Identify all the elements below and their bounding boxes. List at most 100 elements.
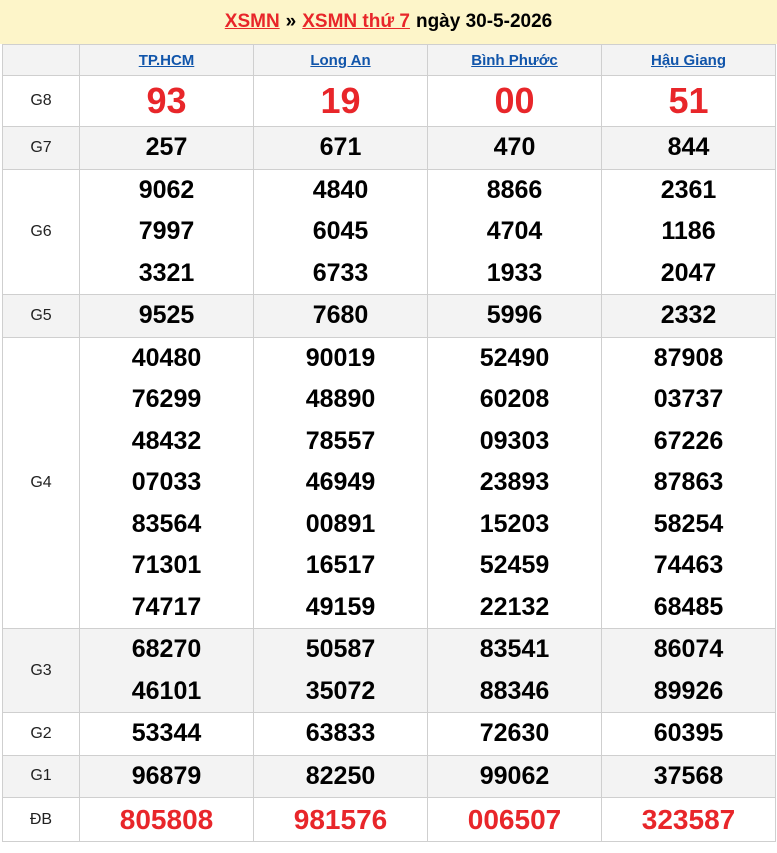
prize-label: G3 [2,628,80,713]
breadcrumb-separator: » [285,11,297,32]
winning-number: 37568 [653,761,724,790]
prize-cell: 93 [79,75,254,127]
winning-number: 23893 [479,468,550,496]
header-blank-cell [2,44,80,76]
winning-number: 90019 [305,343,376,372]
xsmn-saturday-link[interactable]: XSMN thứ 7 [302,11,410,33]
winning-number: 48890 [305,385,376,413]
winning-number: 6045 [312,217,369,245]
prize-row: G4 40480 76299 48432 07033 83564 71301 74717 900… [2,336,776,629]
winning-number: 83564 [131,509,202,538]
winning-number: 40480 [131,343,202,372]
winning-number: 7680 [312,301,369,329]
prize-cell: 51 [601,75,776,127]
winning-number: 58254 [653,509,724,538]
province-header: Long An [253,44,428,76]
winning-number: 68270 [131,635,202,663]
winning-number: 07033 [131,468,202,496]
prize-row: G1 96879 82250 99062 37568 [2,754,776,798]
winning-number: 83541 [479,635,550,663]
winning-number: 86074 [653,635,724,663]
prize-cell: 2361 1186 2047 [601,168,776,295]
prize-cell: 5996 [427,294,602,338]
winning-number: 68485 [653,592,724,621]
winning-number: 03737 [653,385,724,413]
prize-cell: 53344 [79,712,254,756]
prize-row: G6 9062 7997 3321 4840 6045 6733 8866 4704 1933 23… [2,168,776,295]
results-title: XSMN » XSMN thứ 7 ngày 30-5-2026 [0,0,777,44]
prize-cell: 96879 [79,754,254,798]
winning-number: 09303 [479,426,550,455]
province-header: Bình Phước [427,44,602,76]
xsmn-link[interactable]: XSMN [225,11,280,33]
winning-number: 51 [668,80,709,121]
province-link-hau-giang[interactable]: Hậu Giang [651,52,726,69]
winning-number: 257 [145,133,188,161]
winning-number: 87863 [653,468,724,496]
province-link-long-an[interactable]: Long An [310,52,370,69]
prize-cell: 00 [427,75,602,127]
winning-number: 1933 [486,258,543,287]
winning-number: 1186 [661,217,716,245]
winning-number: 74463 [653,551,724,579]
winning-number: 844 [667,133,710,161]
prize-cell: 805808 [79,797,254,842]
prize-cell: 37568 [601,754,776,798]
prize-cell: 844 [601,126,776,170]
winning-number: 2332 [660,301,717,329]
prize-cell: 52490 60208 09303 23893 15203 52459 22132 [427,336,602,629]
winning-number: 89926 [653,676,724,705]
winning-number: 72630 [479,719,550,747]
prize-cell: 9525 [79,294,254,338]
prize-cell: 87908 03737 67226 87863 58254 74463 68485 [601,336,776,629]
province-link-binh-phuoc[interactable]: Bình Phước [471,52,558,69]
province-header: TP.HCM [79,44,254,76]
winning-number: 006507 [467,803,562,835]
winning-number: 53344 [131,719,202,747]
winning-number: 96879 [131,761,202,790]
winning-number: 15203 [479,509,550,538]
prize-cell: 50587 35072 [253,628,428,713]
winning-number: 00 [494,80,535,121]
prize-label: G5 [2,294,80,338]
prize-label: G6 [2,168,80,295]
winning-number: 46101 [131,676,202,705]
winning-number: 99062 [479,761,550,790]
winning-number: 8866 [486,175,543,204]
prize-cell: 4840 6045 6733 [253,168,428,295]
prize-cell: 63833 [253,712,428,756]
prize-cell: 2332 [601,294,776,338]
results-table: TP.HCM Long An Bình Phước Hậu Giang G8 93… [2,44,776,842]
winning-number: 9525 [138,301,195,329]
winning-number: 4840 [312,175,369,204]
winning-number: 2361 [660,175,717,204]
prize-cell: 72630 [427,712,602,756]
prize-row: G5 9525 7680 5996 2332 [2,294,776,338]
prize-label: G8 [2,75,80,127]
winning-number: 19 [320,80,361,121]
prize-cell: 470 [427,126,602,170]
winning-number: 3321 [138,258,195,287]
winning-number: 805808 [119,803,214,835]
winning-number: 22132 [479,592,550,621]
province-link-tphcm[interactable]: TP.HCM [139,52,195,69]
prize-row: ĐB 805808 981576 006507 323587 [2,797,776,842]
winning-number: 2047 [660,258,717,287]
prize-row: G7 257 671 470 844 [2,126,776,170]
winning-number: 63833 [305,719,376,747]
winning-number: 60395 [653,719,724,747]
prize-cell: 9062 7997 3321 [79,168,254,295]
prize-cell: 82250 [253,754,428,798]
winning-number: 981576 [293,803,388,835]
prize-cell: 981576 [253,797,428,842]
province-header-row: TP.HCM Long An Bình Phước Hậu Giang [2,44,776,76]
prize-rows: G8 93 19 00 51 G7 257 671 470 844 G6 9062 7997 3321 48… [2,75,776,842]
winning-number: 60208 [479,385,550,413]
winning-number: 50587 [305,635,376,663]
prize-cell: 83541 88346 [427,628,602,713]
winning-number: 6733 [312,258,369,287]
winning-number: 88346 [479,676,550,705]
winning-number: 82250 [305,761,376,790]
winning-number: 48432 [131,426,202,455]
winning-number: 76299 [131,385,202,413]
